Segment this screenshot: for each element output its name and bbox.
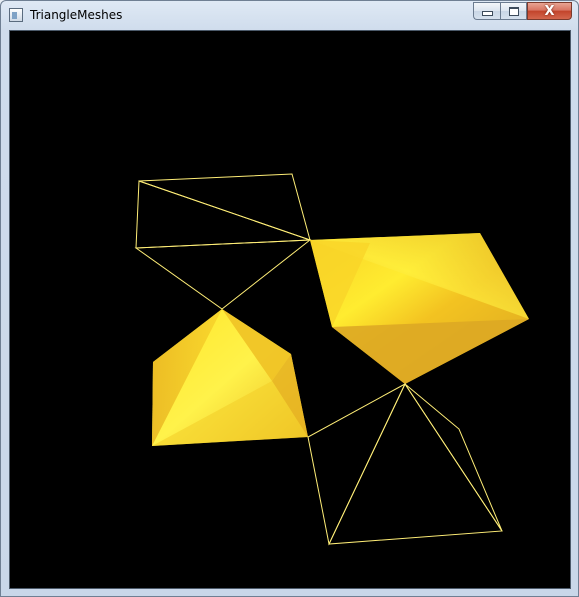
render-viewport[interactable] bbox=[9, 30, 571, 589]
app-window-icon[interactable] bbox=[9, 8, 23, 22]
title-bar[interactable]: TriangleMeshes X bbox=[1, 1, 578, 30]
mesh-scene bbox=[134, 173, 529, 546]
window-title: TriangleMeshes bbox=[30, 8, 123, 22]
close-icon: X bbox=[544, 3, 555, 19]
shaded-mesh-left bbox=[152, 309, 308, 446]
wireframe-mesh-top bbox=[134, 173, 312, 310]
shaded-mesh-right bbox=[310, 233, 529, 384]
caption-buttons: X bbox=[473, 2, 572, 21]
minimize-icon bbox=[481, 11, 493, 16]
maximize-icon bbox=[508, 6, 519, 16]
maximize-button[interactable] bbox=[500, 2, 527, 20]
close-button[interactable]: X bbox=[527, 2, 572, 20]
app-window: TriangleMeshes X bbox=[0, 0, 579, 597]
wireframe-mesh-bottom bbox=[307, 382, 503, 546]
minimize-button[interactable] bbox=[473, 2, 500, 20]
